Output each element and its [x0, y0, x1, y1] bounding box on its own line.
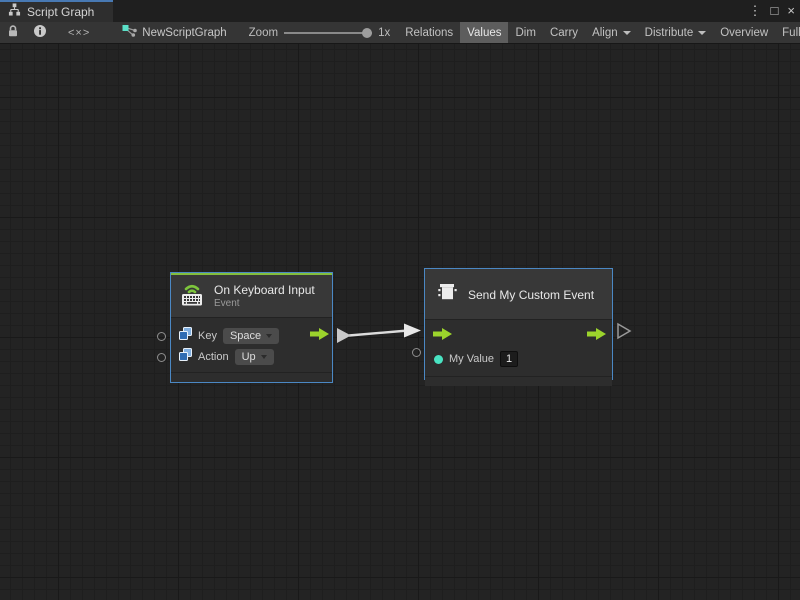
- custom-event-icon: [434, 279, 460, 310]
- toolbar-button-relations[interactable]: Relations: [398, 22, 460, 43]
- zoom-slider[interactable]: [284, 27, 372, 39]
- row-label-key: Key: [198, 330, 217, 342]
- window-title-strip: Script Graph ⋮ □ ×: [0, 0, 800, 22]
- node-on-keyboard-input[interactable]: On Keyboard Input Event Key Space: [170, 272, 333, 383]
- zoom-label: Zoom: [249, 27, 278, 39]
- toolbar-button-carry[interactable]: Carry: [543, 22, 585, 43]
- window-controls: ⋮ □ ×: [749, 0, 795, 22]
- node-subtitle: Event: [214, 298, 315, 309]
- value-literal-icon: [179, 348, 192, 366]
- toolbar-button-distribute-label: Distribute: [645, 27, 694, 39]
- chevron-down-icon: [261, 355, 267, 359]
- graph-toolbar: <×> NewScriptGraph Zoom 1x Relations Val…: [0, 22, 800, 44]
- trigger-input-arrow-icon[interactable]: [433, 327, 452, 345]
- node-send-my-custom-event[interactable]: Send My Custom Event My Value 1: [424, 268, 613, 380]
- action-dropdown-value: Up: [242, 351, 256, 363]
- chevron-down-icon: [698, 31, 706, 35]
- window-menu-button[interactable]: ⋮: [749, 0, 762, 22]
- graph-name: NewScriptGraph: [142, 27, 226, 39]
- value-port-dot-icon[interactable]: [434, 355, 443, 364]
- zoom-slider-track: [284, 32, 372, 34]
- node-header[interactable]: Send My Custom Event: [425, 269, 612, 319]
- keyboard-icon: [178, 280, 206, 312]
- trigger-output-arrow-icon[interactable]: [587, 327, 606, 345]
- toolbar-button-fullscreen[interactable]: Full S: [775, 22, 800, 43]
- toolbar-button-values[interactable]: Values: [460, 22, 508, 43]
- wire-start-cap: [337, 328, 351, 343]
- chevron-down-icon: [623, 31, 631, 35]
- tab-label: Script Graph: [27, 5, 94, 19]
- graph-breadcrumb[interactable]: NewScriptGraph: [104, 22, 236, 43]
- unconnected-output-triangle-icon: [618, 324, 630, 338]
- node-title: On Keyboard Input: [214, 283, 315, 297]
- tab-script-graph[interactable]: Script Graph: [0, 0, 113, 22]
- lock-icon: [7, 24, 19, 41]
- row-label-my-value: My Value: [449, 353, 494, 365]
- connection-wire: [0, 44, 800, 600]
- unit-row-key: Key Space: [171, 325, 332, 346]
- key-dropdown[interactable]: Space: [223, 328, 279, 344]
- unit-row-triggers: [425, 324, 612, 348]
- port-my-value-input[interactable]: [412, 348, 421, 357]
- node-title: Send My Custom Event: [468, 288, 594, 302]
- window-maximize-button[interactable]: □: [771, 0, 779, 22]
- wire-arrowhead-icon: [404, 324, 421, 338]
- key-dropdown-value: Space: [230, 330, 261, 342]
- port-action-input[interactable]: [157, 353, 166, 362]
- toolbar-button-overview[interactable]: Overview: [713, 22, 775, 43]
- zoom-control: Zoom 1x: [237, 22, 399, 43]
- info-button[interactable]: [26, 22, 54, 43]
- toolbar-button-align-label: Align: [592, 27, 618, 39]
- action-dropdown[interactable]: Up: [235, 349, 274, 365]
- node-footer: [171, 372, 332, 382]
- graph-hierarchy-icon: [8, 3, 21, 21]
- window-close-button[interactable]: ×: [787, 0, 795, 22]
- chevron-down-icon: [266, 334, 272, 338]
- lock-button[interactable]: [0, 22, 26, 43]
- graph-canvas[interactable]: On Keyboard Input Event Key Space: [0, 44, 800, 600]
- my-value-input[interactable]: 1: [500, 351, 518, 367]
- node-header[interactable]: On Keyboard Input Event: [171, 275, 332, 317]
- trigger-output-arrow-icon[interactable]: [310, 327, 329, 345]
- zoom-slider-handle[interactable]: [362, 28, 372, 38]
- code-preview-button[interactable]: <×>: [54, 22, 104, 43]
- toolbar-button-dim[interactable]: Dim: [508, 22, 542, 43]
- info-icon: [33, 24, 47, 41]
- unit-row-action: Action Up: [171, 346, 332, 367]
- script-graph-asset-icon: [122, 24, 137, 41]
- toolbar-button-align[interactable]: Align: [585, 22, 638, 43]
- port-key-input[interactable]: [157, 332, 166, 341]
- node-footer: [425, 376, 612, 386]
- toolbar-button-distribute[interactable]: Distribute: [638, 22, 714, 43]
- node-body: My Value 1: [425, 319, 612, 376]
- unit-row-my-value: My Value 1: [425, 348, 612, 370]
- row-label-action: Action: [198, 351, 229, 363]
- value-literal-icon: [179, 327, 192, 345]
- zoom-value: 1x: [378, 27, 390, 39]
- node-body: Key Space Action: [171, 317, 332, 372]
